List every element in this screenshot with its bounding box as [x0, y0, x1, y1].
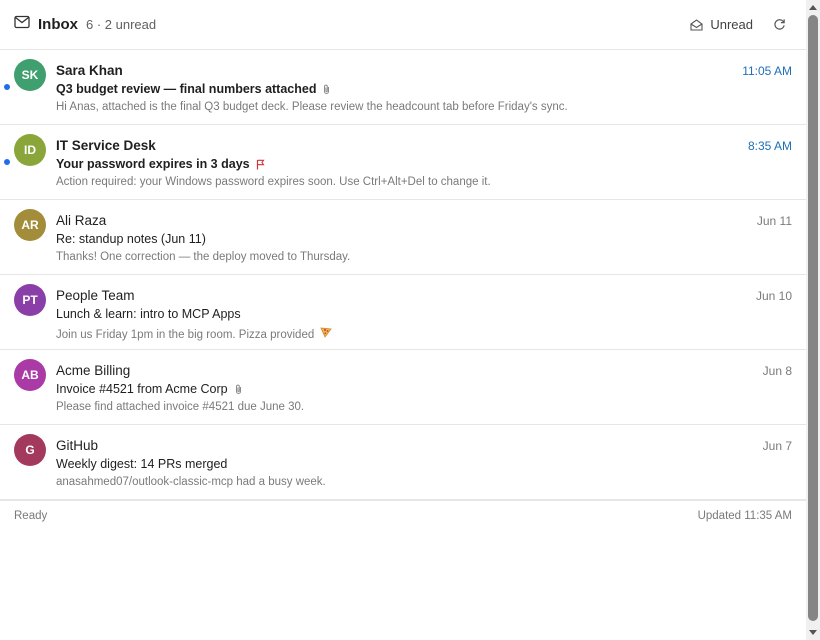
subject-text: Weekly digest: 14 PRs merged	[56, 457, 228, 471]
subject-text: Q3 budget review — final numbers attache…	[56, 82, 317, 96]
avatar: AR	[14, 209, 46, 241]
status-bar: Ready Updated 11:35 AM	[0, 500, 806, 531]
message-count: 6 · 2 unread	[86, 17, 157, 32]
avatar: SK	[14, 59, 46, 91]
message-preview: Hi Anas, attached is the final Q3 budget…	[56, 101, 568, 113]
avatar: ID	[14, 134, 46, 166]
scrollbar-thumb[interactable]	[808, 15, 818, 621]
updated-timestamp: Updated 11:35 AM	[697, 510, 792, 522]
mail-icon	[14, 15, 30, 31]
message-subject: Re: standup notes (Jun 11)	[56, 232, 206, 246]
message-subject: Q3 budget review — final numbers attache…	[56, 82, 331, 96]
message-row[interactable]: G GitHub Weekly digest: 14 PRs merged anasa…	[0, 425, 806, 500]
message-list: SK Sara Khan Q3 budget review — final numb…	[0, 50, 806, 500]
preview-text: Action required: your Windows password e…	[56, 176, 491, 188]
unread-dot	[4, 84, 10, 90]
paperclip-icon	[234, 384, 243, 395]
unread-filter-button[interactable]: Unread	[690, 17, 753, 32]
message-preview: Thanks! One correction — the deploy move…	[56, 251, 350, 263]
inbox-header: Inbox 6 · 2 unread Unread	[0, 0, 806, 50]
subject-text: Re: standup notes (Jun 11)	[56, 232, 206, 246]
preview-text: Hi Anas, attached is the final Q3 budget…	[56, 101, 568, 113]
message-row[interactable]: SK Sara Khan Q3 budget review — final numb…	[0, 50, 806, 125]
message-subject: Weekly digest: 14 PRs merged	[56, 457, 227, 471]
sender-name: People Team	[56, 288, 135, 303]
message-row[interactable]: AB Acme Billing Invoice #4521 from Acme Co…	[0, 350, 806, 425]
unread-dot	[4, 159, 10, 165]
message-subject: Invoice #4521 from Acme Corp	[56, 382, 243, 396]
sender-name: Ali Raza	[56, 213, 107, 228]
message-time: Jun 8	[762, 364, 792, 378]
subject-text: Lunch & learn: intro to MCP Apps	[56, 307, 241, 321]
vertical-scrollbar[interactable]	[806, 0, 820, 640]
preview-text: Please find attached invoice #4521 due J…	[56, 401, 305, 413]
avatar: AB	[14, 359, 46, 391]
message-time: Jun 10	[755, 289, 792, 303]
message-row[interactable]: AR Ali Raza Re: standup notes (Jun 11) Than…	[0, 200, 806, 275]
refresh-icon	[774, 19, 785, 30]
pizza-icon	[320, 326, 332, 338]
message-time: Jun 11	[756, 214, 792, 228]
flag-icon[interactable]	[256, 159, 265, 170]
preview-text: anasahmed07/outlook-classic-mcp had a bu…	[56, 476, 326, 488]
message-row[interactable]: PT People Team Lunch & learn: intro to MCP…	[0, 275, 806, 350]
unread-filter-label: Unread	[710, 17, 753, 32]
sender-name: Acme Billing	[56, 363, 131, 378]
preview-text: Thanks! One correction — the deploy move…	[56, 251, 351, 263]
subject-text: Invoice #4521 from Acme Corp	[56, 382, 228, 396]
message-preview: Action required: your Windows password e…	[56, 176, 491, 188]
scroll-up-arrow[interactable]	[809, 5, 817, 10]
status-text: Ready	[14, 510, 48, 522]
mail-app: Inbox 6 · 2 unread Unread SK Sara Khan Q3 …	[0, 0, 806, 640]
message-time: Jun 7	[762, 439, 792, 453]
message-subject: Lunch & learn: intro to MCP Apps	[56, 307, 241, 321]
page-title: Inbox	[38, 16, 78, 33]
message-preview: Join us Friday 1pm in the big room. Pizz…	[56, 326, 332, 341]
preview-text: Join us Friday 1pm in the big room. Pizz…	[56, 329, 315, 341]
message-subject: Your password expires in 3 days	[56, 157, 265, 171]
subject-text: Your password expires in 3 days	[56, 157, 250, 171]
refresh-button[interactable]	[773, 18, 786, 31]
sender-name: Sara Khan	[56, 63, 123, 78]
scroll-down-arrow[interactable]	[809, 630, 817, 635]
paperclip-icon	[322, 84, 331, 95]
avatar: G	[14, 434, 46, 466]
message-row[interactable]: ID IT Service Desk Your password expires i…	[0, 125, 806, 200]
message-time: 11:05 AM	[742, 64, 792, 78]
sender-name: IT Service Desk	[56, 138, 156, 153]
message-preview: anasahmed07/outlook-classic-mcp had a bu…	[56, 476, 326, 488]
message-time: 8:35 AM	[747, 139, 792, 153]
avatar: PT	[14, 284, 46, 316]
sender-name: GitHub	[56, 438, 99, 453]
envelope-open-icon	[690, 18, 703, 31]
message-preview: Please find attached invoice #4521 due J…	[56, 401, 304, 413]
